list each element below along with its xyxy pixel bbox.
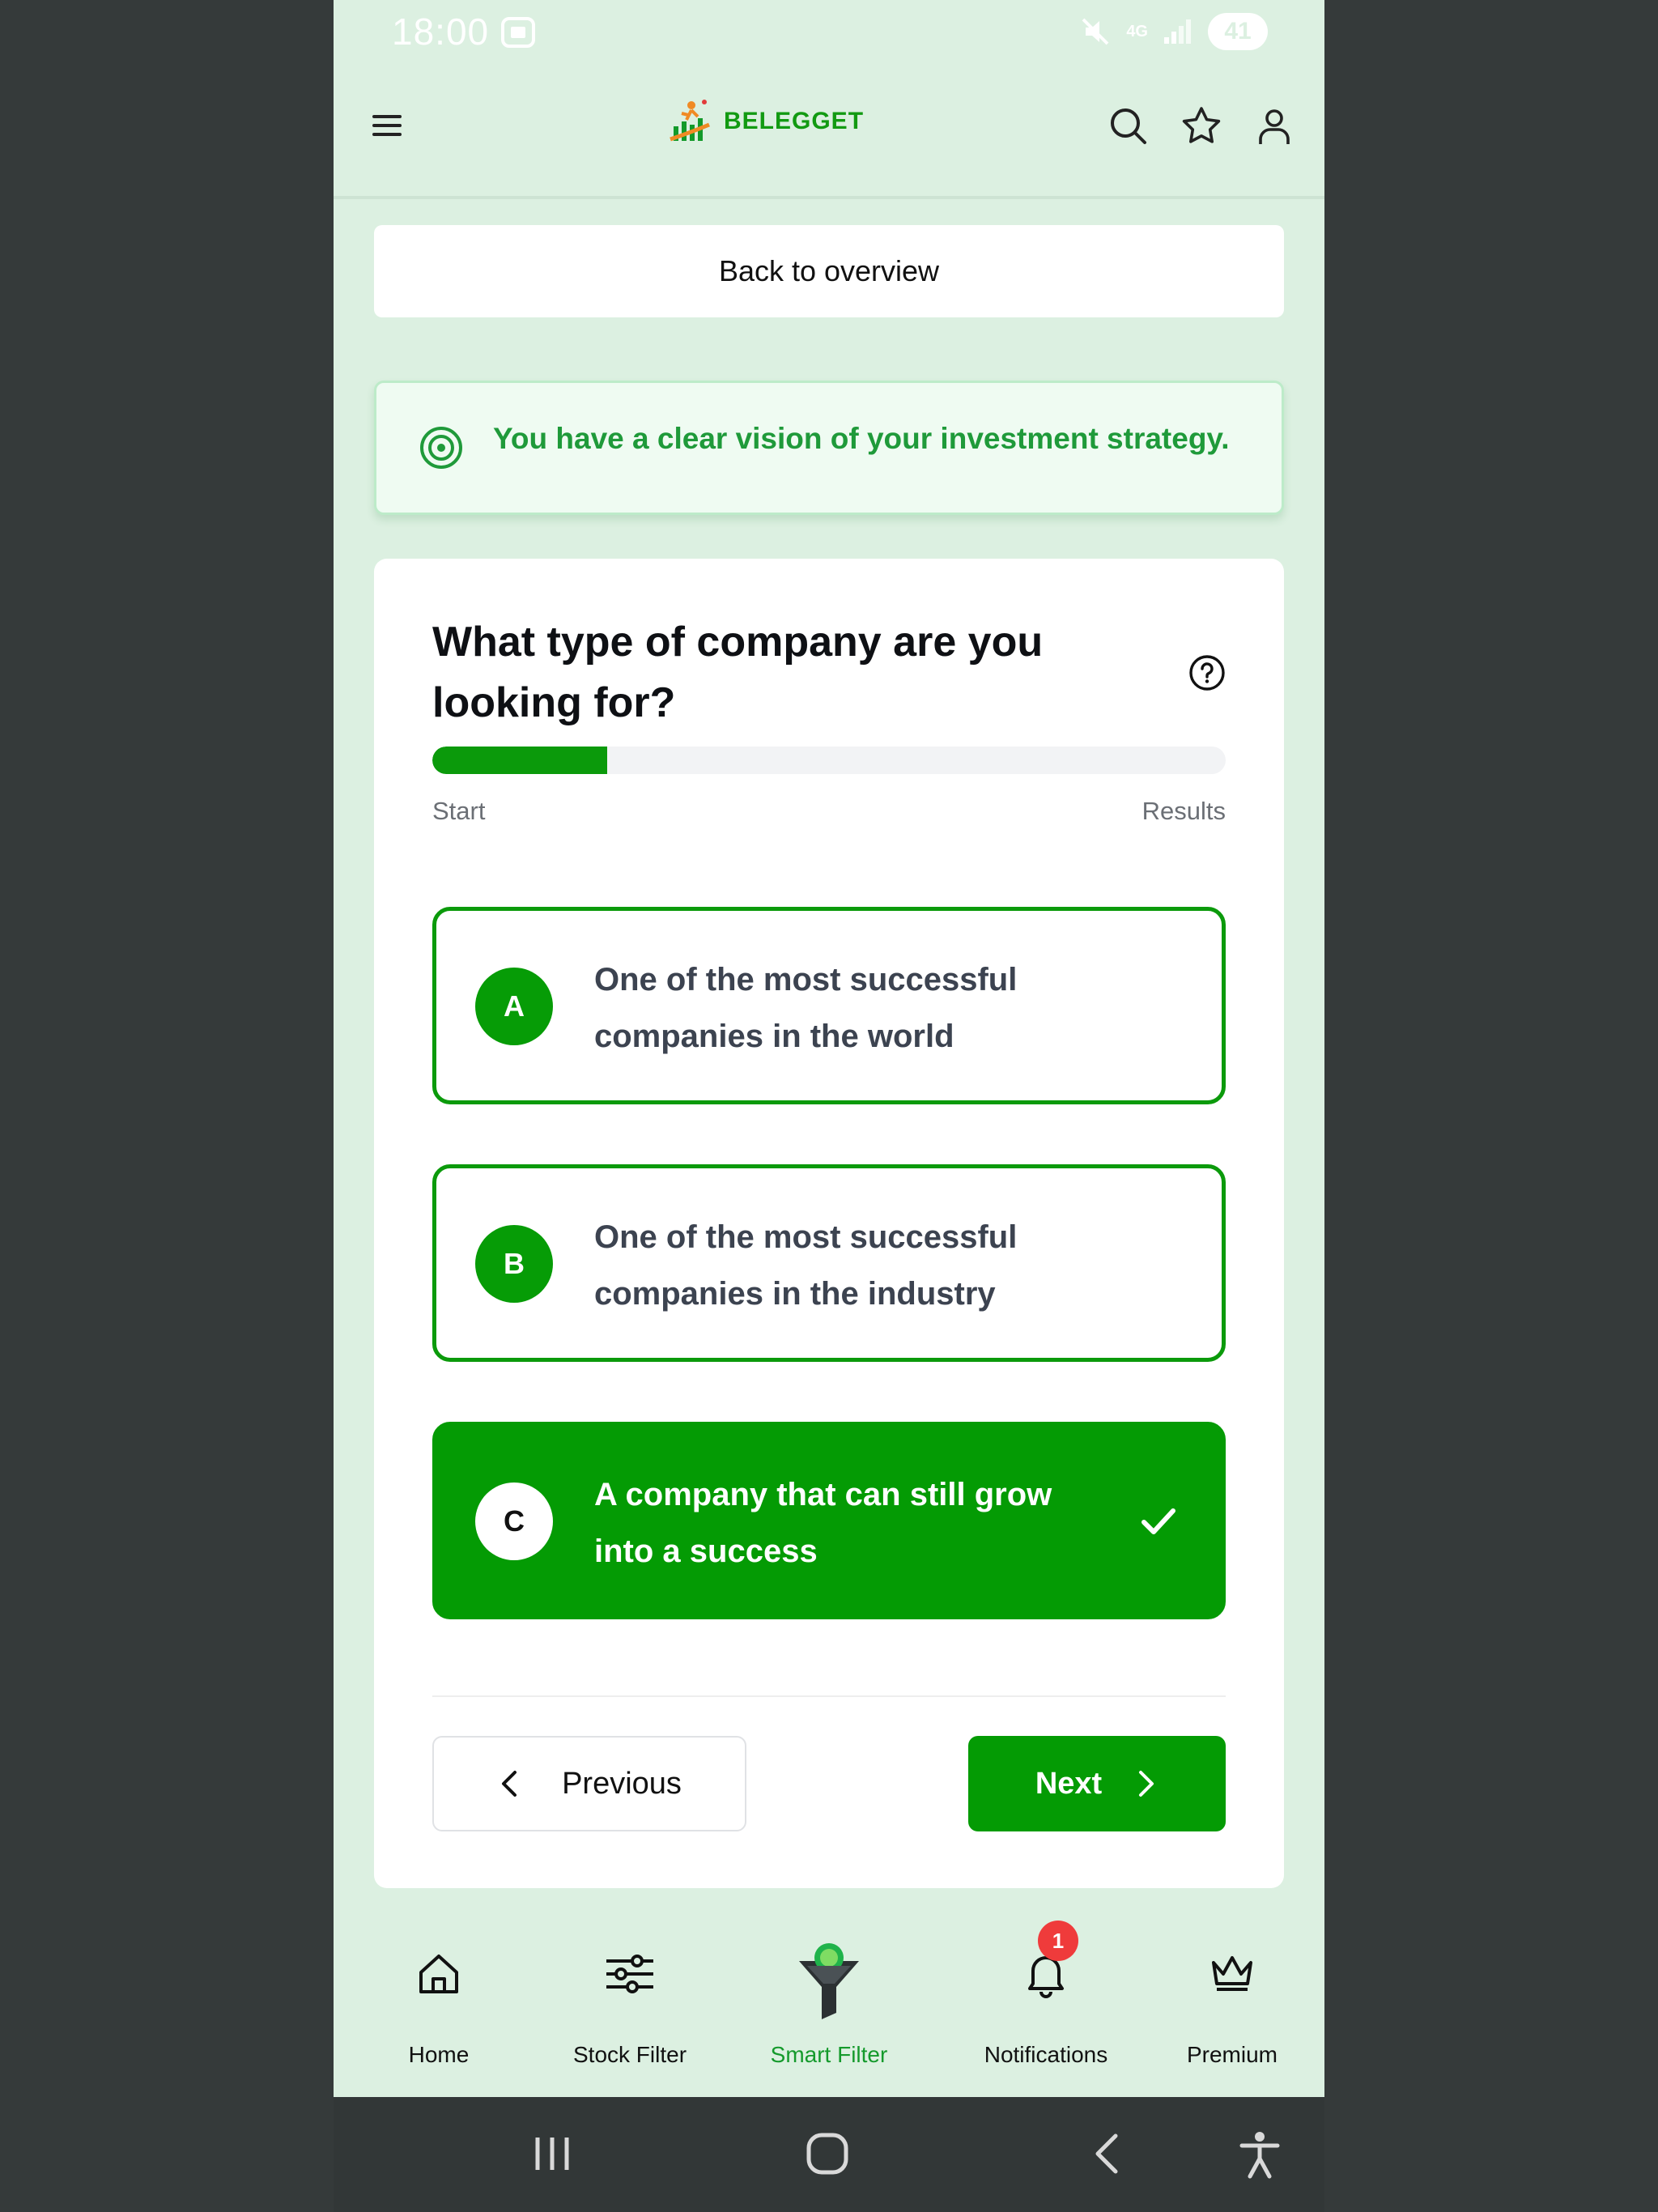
previous-label: Previous xyxy=(562,1766,682,1801)
back-to-overview-label: Back to overview xyxy=(718,254,940,287)
next-button[interactable]: Next xyxy=(968,1736,1226,1831)
funnel-icon xyxy=(799,1943,859,2019)
nav-label: Premium xyxy=(1186,2042,1278,2067)
search-icon[interactable] xyxy=(1107,105,1150,147)
nav-stock-filter[interactable]: Stock Filter xyxy=(518,1899,742,2097)
nav-home[interactable]: Home xyxy=(368,1899,510,2097)
strategy-banner: You have a clear vision of your investme… xyxy=(374,381,1284,515)
progress-start-label: Start xyxy=(432,797,486,825)
option-text: A company that can still grow into a suc… xyxy=(594,1477,1052,1569)
crown-icon xyxy=(1212,1956,1252,1991)
header-divider xyxy=(334,196,1324,199)
option-text: One of the most successful companies in … xyxy=(594,1219,1018,1312)
star-icon[interactable] xyxy=(1180,105,1222,147)
chevron-left-icon xyxy=(502,1771,517,1797)
help-icon[interactable] xyxy=(1188,654,1226,691)
option-a[interactable]: A One of the most successful companies i… xyxy=(432,907,1226,1104)
sliders-icon xyxy=(606,1955,653,1993)
home-button-icon[interactable] xyxy=(803,2129,852,2178)
quiz-progress-fill xyxy=(432,747,607,774)
option-letter: B xyxy=(475,1225,553,1303)
app-screen: 18:00 4G 41 BELEGGET Back to overview Yo… xyxy=(334,0,1324,2212)
header-actions xyxy=(1107,105,1295,147)
target-icon xyxy=(420,427,462,469)
accessibility-icon[interactable] xyxy=(1237,2129,1282,2180)
checkmark-icon xyxy=(1141,1508,1175,1534)
battery-indicator: 41 xyxy=(1208,13,1268,50)
mute-icon xyxy=(1082,18,1109,45)
notification-badge: 1 xyxy=(1038,1921,1078,1961)
nav-premium[interactable]: Premium xyxy=(1143,1899,1321,2097)
status-time: 18:00 xyxy=(392,11,490,53)
logo-chart-icon xyxy=(670,100,710,142)
screenshot-icon xyxy=(501,17,535,48)
chevron-right-icon xyxy=(1139,1771,1154,1797)
option-b[interactable]: B One of the most successful companies i… xyxy=(432,1164,1226,1362)
home-icon xyxy=(419,1955,458,1993)
back-to-overview-button[interactable]: Back to overview xyxy=(374,225,1284,317)
option-text: One of the most successful companies in … xyxy=(594,962,1018,1054)
bottom-navigation: Home Stock Filter Smart Filter Notificat… xyxy=(334,1899,1324,2097)
status-bar: 18:00 4G 41 xyxy=(334,0,1324,68)
progress-end-label: Results xyxy=(1141,797,1226,825)
quiz-card: What type of company are you looking for… xyxy=(374,559,1284,1888)
card-divider xyxy=(432,1695,1226,1697)
nav-label: Smart Filter xyxy=(770,2042,888,2067)
status-indicators: 4G 41 xyxy=(1079,13,1268,50)
nav-label: Home xyxy=(408,2042,470,2067)
network-type: 4G xyxy=(1126,22,1148,40)
hamburger-menu-icon[interactable] xyxy=(371,112,403,139)
recent-apps-icon[interactable] xyxy=(529,2129,575,2178)
previous-button[interactable]: Previous xyxy=(432,1736,746,1831)
option-letter: C xyxy=(475,1482,553,1560)
nav-label: Notifications xyxy=(984,2042,1108,2067)
quiz-progress-bar xyxy=(432,747,1226,774)
system-navigation-bar xyxy=(334,2097,1324,2212)
back-button-icon[interactable] xyxy=(1086,2129,1127,2178)
nav-smart-filter[interactable]: Smart Filter xyxy=(738,1899,920,2097)
next-label: Next xyxy=(1035,1766,1103,1801)
question-title: What type of company are you looking for… xyxy=(432,619,1044,726)
option-c[interactable]: C A company that can still grow into a s… xyxy=(432,1422,1226,1619)
app-header: BELEGGET xyxy=(334,81,1324,196)
banner-text: You have a clear vision of your investme… xyxy=(493,422,1230,455)
brand-logo[interactable]: BELEGGET xyxy=(667,97,864,146)
signal-icon xyxy=(1164,19,1191,44)
option-letter: A xyxy=(475,968,553,1045)
user-icon[interactable] xyxy=(1253,105,1295,147)
nav-label: Stock Filter xyxy=(572,2042,687,2067)
brand-name: BELEGGET xyxy=(724,108,865,134)
